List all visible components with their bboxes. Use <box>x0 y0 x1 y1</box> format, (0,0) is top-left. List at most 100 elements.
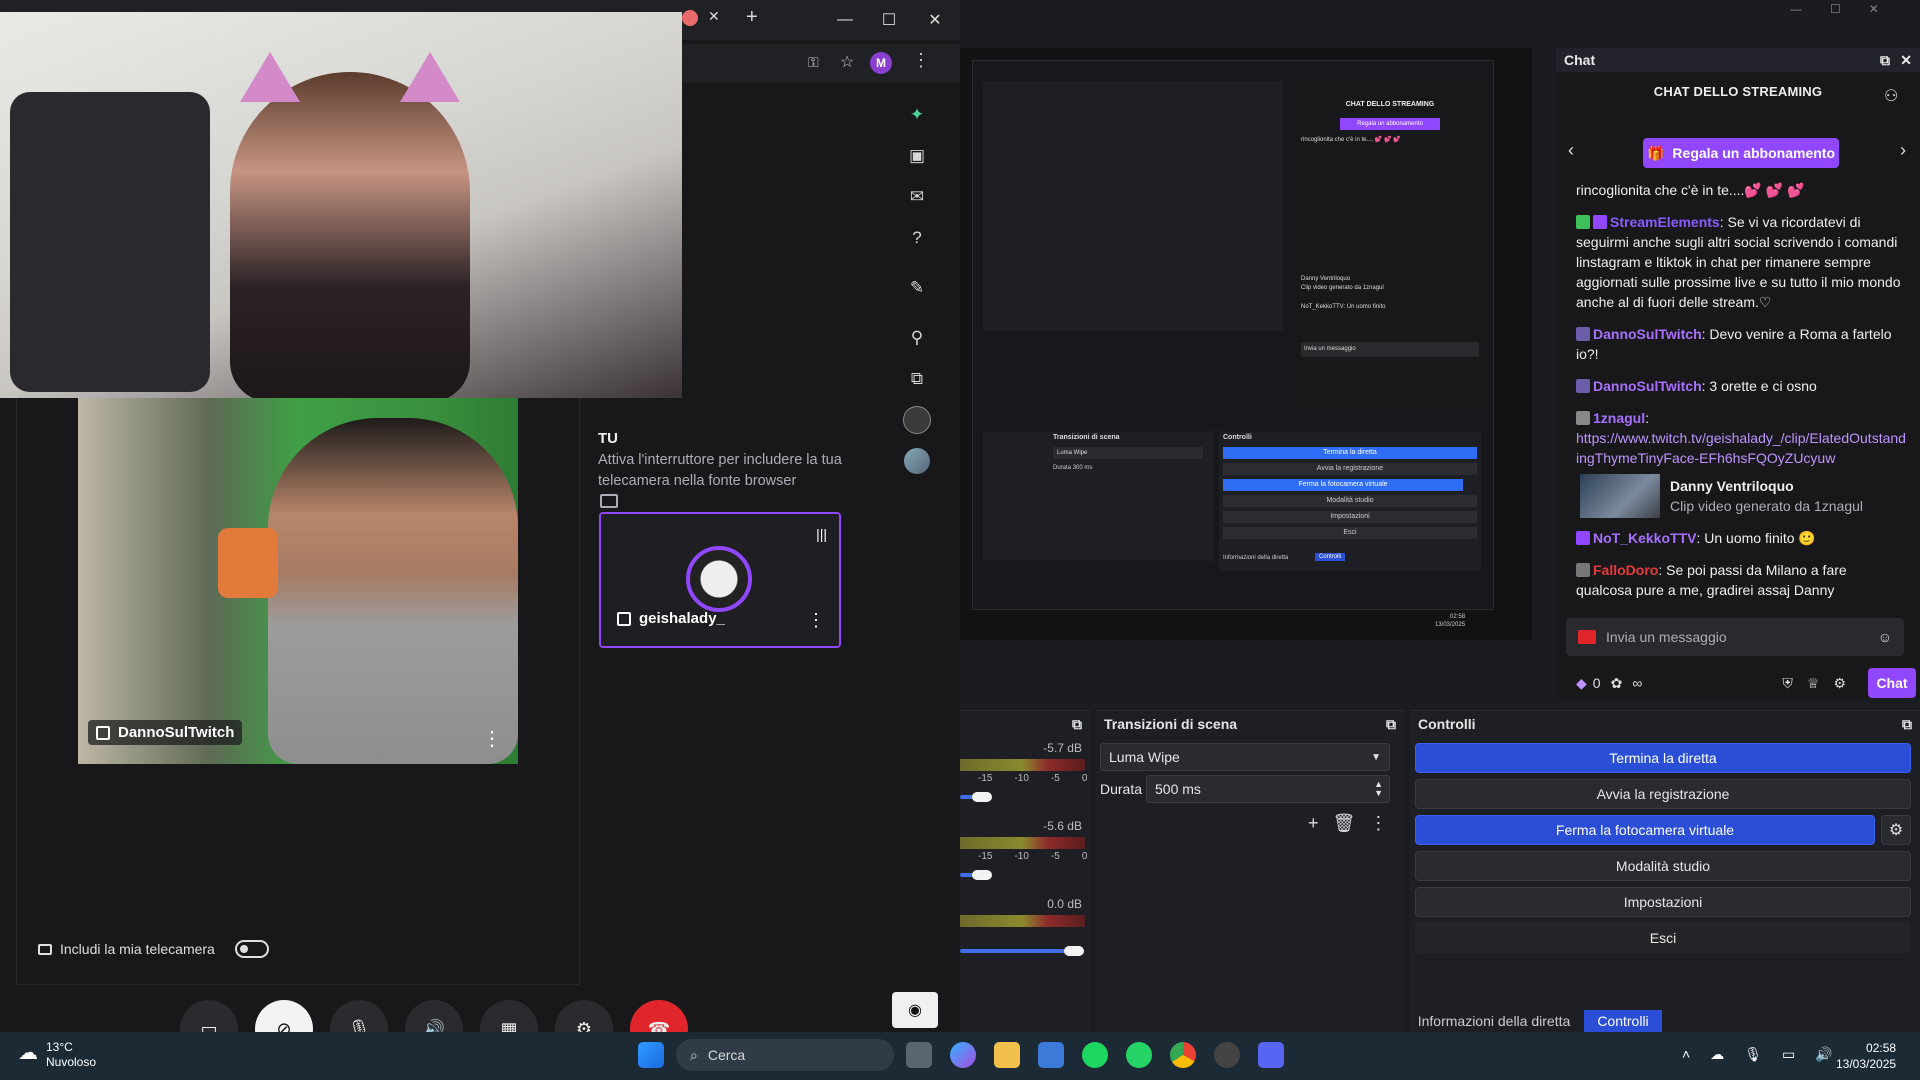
undock-icon[interactable]: ⧉ <box>1386 716 1396 733</box>
participant-avatar-1[interactable] <box>902 405 932 435</box>
studio-mode-button[interactable]: Modalità studio <box>1415 851 1911 881</box>
weather-widget[interactable]: ☁ 13°C Nuvoloso <box>18 1040 96 1070</box>
duration-label: Durata <box>1100 781 1143 797</box>
undock-icon[interactable]: ⧉ <box>1902 716 1912 733</box>
new-tab-button[interactable]: + <box>746 6 758 29</box>
message-user[interactable]: 1znagul <box>1593 410 1645 426</box>
onedrive-icon[interactable]: ☁ <box>1710 1046 1724 1063</box>
file-explorer-icon[interactable] <box>994 1042 1020 1068</box>
volume-knob[interactable] <box>1064 946 1084 956</box>
undock-icon[interactable]: ⧉ <box>1880 52 1890 69</box>
duration-input[interactable]: 500 ms ▲ ▼ <box>1146 775 1390 803</box>
obs-maximize-button[interactable]: ☐ <box>1830 2 1841 16</box>
camera-icon <box>1578 630 1596 644</box>
exit-button[interactable]: Esci <box>1415 923 1911 953</box>
bookmark-star-icon[interactable]: ☆ <box>840 52 854 72</box>
cloud-icon: ☁ <box>18 1042 38 1064</box>
stepper-icon[interactable]: ▲ ▼ <box>1374 780 1383 798</box>
scale-tick: 0 <box>1081 851 1088 862</box>
trophy-icon[interactable]: ♕ <box>1807 675 1820 692</box>
whatsapp-icon[interactable] <box>1126 1042 1152 1068</box>
mixer-level: -5.6 dB <box>1043 819 1082 833</box>
mini-control-button: Termina la diretta <box>1223 447 1477 459</box>
minimize-button[interactable]: — <box>822 0 868 40</box>
call-side-rail: ✦ ▣ ✉ ? ✎ ⚲ ⧉ <box>880 100 954 520</box>
tab-controls[interactable]: Controlli <box>1584 1010 1662 1032</box>
volume-knob[interactable] <box>972 870 992 880</box>
more-icon[interactable]: ⋮ <box>1369 813 1387 834</box>
participant-menu-icon[interactable]: ⋮ <box>482 726 502 751</box>
chat-send-button[interactable]: Chat <box>1868 668 1916 698</box>
shield-icon[interactable]: ⛨ <box>1782 675 1793 692</box>
chevron-left-icon[interactable]: ‹ <box>1568 140 1574 161</box>
virtual-camera-settings-icon[interactable]: ⚙ <box>1881 815 1911 845</box>
you-card[interactable]: ||| geishalady_ ⋮ <box>599 512 841 648</box>
chevron-up-icon[interactable]: ˄ <box>1682 1046 1690 1063</box>
infinity-icon[interactable]: ∞ <box>1632 675 1642 691</box>
sparkle-icon[interactable]: ✦ <box>902 100 932 130</box>
task-view-icon[interactable] <box>906 1042 932 1068</box>
tab-stream-info[interactable]: Informazioni della diretta <box>1412 1010 1576 1032</box>
add-user-icon[interactable]: ⚲ <box>902 323 932 353</box>
chat-input[interactable]: Invia un messaggio ☺ <box>1566 618 1904 656</box>
start-icon[interactable] <box>638 1042 664 1068</box>
report-icon[interactable]: ▣ <box>902 141 932 171</box>
chrome-icon[interactable] <box>1170 1042 1196 1068</box>
chevron-right-icon[interactable]: › <box>1900 140 1906 161</box>
close-dock-icon[interactable]: ✕ <box>1900 52 1912 69</box>
close-button[interactable]: ✕ <box>912 0 958 40</box>
obs-close-button[interactable]: ✕ <box>1869 2 1879 16</box>
stop-stream-button[interactable]: Termina la diretta <box>1415 743 1911 773</box>
stop-virtual-camera-button[interactable]: Ferma la fotocamera virtuale <box>1415 815 1875 845</box>
network-icon[interactable]: ▭ <box>1782 1046 1795 1063</box>
mini-control-button: Avvia la registrazione <box>1223 463 1477 475</box>
streamer-silhouette <box>230 72 470 402</box>
settings-button[interactable]: Impostazioni <box>1415 887 1911 917</box>
start-recording-button[interactable]: Avvia la registrazione <box>1415 779 1911 809</box>
volume-knob[interactable] <box>972 792 992 802</box>
obs-minimize-button[interactable]: — <box>1790 2 1802 16</box>
maximize-button[interactable]: ☐ <box>866 0 912 40</box>
message-user[interactable]: DannoSulTwitch <box>1593 378 1702 394</box>
password-key-icon[interactable]: ⚿ <box>808 54 819 71</box>
store-icon[interactable] <box>1038 1042 1064 1068</box>
taskbar-clock[interactable]: 02:58 13/03/2025 <box>1836 1040 1896 1072</box>
browser-menu-icon[interactable]: ⋮ <box>912 50 930 71</box>
message-user[interactable]: FalloDoro <box>1593 562 1658 578</box>
chat-settings-icon[interactable]: ⚙ <box>1833 675 1846 692</box>
profile-avatar[interactable]: M <box>870 52 892 74</box>
gift-button-label: Regala un abbonamento <box>1672 145 1835 161</box>
volume-icon[interactable]: 🔊 <box>1815 1046 1832 1063</box>
copilot-icon[interactable] <box>950 1042 976 1068</box>
volume-slider[interactable] <box>960 949 1072 953</box>
obs-icon[interactable] <box>1214 1042 1240 1068</box>
help-icon[interactable]: ? <box>902 223 932 253</box>
tab-close-icon[interactable]: ✕ <box>708 8 720 25</box>
you-menu-icon[interactable]: ⋮ <box>807 610 825 631</box>
spotify-icon[interactable] <box>1082 1042 1108 1068</box>
undock-icon[interactable]: ⧉ <box>1072 716 1082 733</box>
hype-icon[interactable]: ✿ <box>1611 675 1623 692</box>
trash-icon[interactable]: 🗑 <box>1333 813 1356 834</box>
clip-link[interactable]: https://www.twitch.tv/geishalady_/clip/E… <box>1576 430 1906 466</box>
include-camera-toggle[interactable] <box>234 940 269 958</box>
message-user[interactable]: NoT_KekkoTTV <box>1593 530 1696 546</box>
gift-subscription-button[interactable]: 🎁 Regala un abbonamento <box>1643 138 1839 168</box>
edit-pencil-icon[interactable]: ✎ <box>902 273 932 303</box>
message-user[interactable]: DannoSulTwitch <box>1593 326 1702 342</box>
taskbar-search[interactable]: ⌕ Cerca <box>676 1039 894 1071</box>
transition-select[interactable]: Luma Wipe ▼ <box>1100 743 1390 771</box>
microphone-icon[interactable]: 🎙 <box>1744 1046 1762 1063</box>
broadcast-icon[interactable]: ◉ <box>892 992 938 1028</box>
channel-points-icon[interactable]: ◆ <box>1576 675 1587 692</box>
clip-preview[interactable]: Danny Ventriloquo Clip video generato da… <box>1580 474 1906 518</box>
add-icon[interactable]: + <box>1308 813 1319 834</box>
emote-picker-icon[interactable]: ☺ <box>1878 629 1892 645</box>
share-icon[interactable]: ⧉ <box>902 364 932 394</box>
mini-line: NoT_KekkoTTV: Un uomo finito <box>1301 304 1386 310</box>
participant-avatar-2[interactable] <box>902 446 932 476</box>
discord-icon[interactable] <box>1258 1042 1284 1068</box>
community-icon[interactable]: ⚇ <box>1884 86 1898 106</box>
inbox-icon[interactable]: ✉ <box>902 182 932 212</box>
message-user[interactable]: StreamElements <box>1610 214 1720 230</box>
